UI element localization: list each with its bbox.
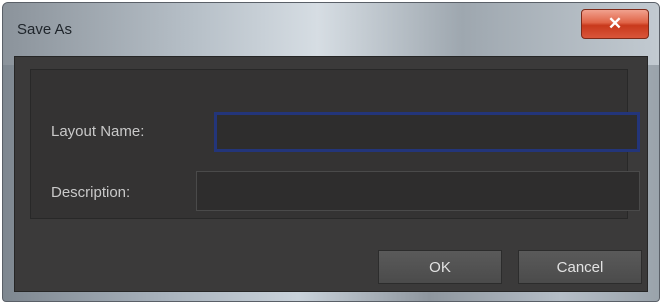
- form-panel: Layout Name: Description:: [30, 69, 640, 219]
- ok-button[interactable]: OK: [378, 250, 502, 284]
- close-icon: ✕: [607, 14, 623, 33]
- save-as-dialog: Save As ✕ Layout Name: Description: OK C…: [2, 2, 660, 302]
- cancel-button[interactable]: Cancel: [518, 250, 642, 284]
- description-label: Description:: [51, 184, 131, 201]
- close-button[interactable]: ✕: [581, 9, 649, 39]
- layout-name-label: Layout Name:: [51, 123, 145, 140]
- dialog-body: Layout Name: Description: OK Cancel: [14, 56, 648, 292]
- layout-name-input[interactable]: [214, 112, 640, 152]
- dialog-title: Save As: [17, 21, 73, 38]
- description-input[interactable]: [196, 171, 640, 211]
